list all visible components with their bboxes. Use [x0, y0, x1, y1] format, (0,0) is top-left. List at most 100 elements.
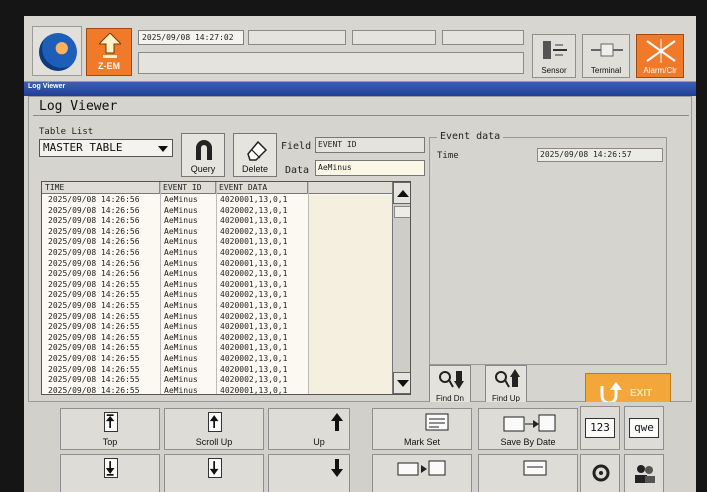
table-list-select[interactable]: MASTER TABLE [39, 139, 173, 157]
triangle-down-icon [397, 380, 409, 387]
table-scrollbar[interactable] [392, 182, 410, 394]
table-row[interactable]: 2025/09/08 14:26:56 AeMinus 4020002,13,0,1 [42, 269, 392, 280]
cell-event-data: 4020002,13,0,1 [220, 353, 288, 363]
terminal-icon [591, 43, 623, 57]
table-row[interactable]: 2025/09/08 14:26:55 AeMinus 4020002,13,0,1 [42, 333, 392, 344]
cell-time: 2025/09/08 14:26:55 [48, 300, 140, 310]
table-header: TIME EVENT ID EVENT DATA [42, 182, 392, 194]
save-by-date-button[interactable]: Save By Date [478, 408, 578, 450]
cell-time: 2025/09/08 14:26:56 [48, 237, 140, 247]
cell-time: 2025/09/08 14:26:56 [48, 216, 140, 226]
table-row[interactable]: 2025/09/08 14:26:56 AeMinus 4020002,13,0,1 [42, 206, 392, 217]
sensor-button[interactable]: Sensor [532, 34, 576, 78]
logo-icon [39, 33, 77, 71]
cell-event-id: AeMinus [164, 269, 198, 279]
table-row[interactable]: 2025/09/08 14:26:55 AeMinus 4020002,13,0,1 [42, 354, 392, 365]
alarm-clear-button[interactable]: Alarm/Clr [636, 34, 684, 78]
cell-event-id: AeMinus [164, 322, 198, 332]
cell-event-data: 4020001,13,0,1 [220, 322, 288, 332]
event-data-group [429, 137, 667, 365]
scroll-up-button[interactable] [393, 182, 410, 204]
status-field-3 [442, 30, 524, 45]
settings-button[interactable] [580, 454, 620, 492]
mark-jump-button[interactable] [372, 454, 472, 492]
table-row[interactable]: 2025/09/08 14:26:56 AeMinus 4020001,13,0,1 [42, 259, 392, 270]
query-label: Query [190, 164, 216, 174]
window-strip-title: Log Viewer [28, 83, 66, 90]
terminal-button[interactable]: Terminal [582, 34, 630, 78]
bottom-button[interactable] [60, 454, 160, 492]
save-by-date-label: Save By Date [500, 437, 556, 447]
sensor-icon [543, 41, 567, 59]
table-row[interactable]: 2025/09/08 14:26:56 AeMinus 4020001,13,0,1 [42, 216, 392, 227]
table-row[interactable]: 2025/09/08 14:26:56 AeMinus 4020002,13,0,1 [42, 248, 392, 259]
table-row[interactable]: 2025/09/08 14:26:55 AeMinus 4020002,13,0,1 [42, 312, 392, 323]
down-button[interactable] [268, 454, 350, 492]
cell-event-id: AeMinus [164, 226, 198, 236]
scrollbar-thumb[interactable] [394, 206, 410, 218]
exit-label: EXIT [630, 388, 653, 399]
gear-icon [592, 464, 610, 482]
hmi-screen: Z-EM 2025/09/08 14:27:02 Sensor Terminal [24, 16, 696, 492]
cell-time: 2025/09/08 14:26:56 [48, 226, 140, 236]
users-button[interactable] [624, 454, 664, 492]
text-keyboard-button[interactable]: qwe [624, 406, 664, 450]
cell-event-id: AeMinus [164, 237, 198, 247]
table-row[interactable]: 2025/09/08 14:26:55 AeMinus 4020001,13,0,1 [42, 301, 392, 312]
mark-set-button[interactable]: Mark Set [372, 408, 472, 450]
table-list-label: Table List [39, 127, 94, 137]
cell-time: 2025/09/08 14:26:55 [48, 311, 140, 321]
sensor-label: Sensor [541, 66, 567, 75]
table-row[interactable]: 2025/09/08 14:26:55 AeMinus 4020001,13,0,1 [42, 343, 392, 354]
table-row[interactable]: 2025/09/08 14:26:55 AeMinus 4020001,13,0,1 [42, 365, 392, 376]
cell-event-id: AeMinus [164, 216, 198, 226]
table-row[interactable]: 2025/09/08 14:26:55 AeMinus 4020001,13,0,1 [42, 280, 392, 291]
cell-event-id: AeMinus [164, 205, 198, 215]
scroll-down-button[interactable] [393, 372, 410, 394]
scroll-down-page-button[interactable] [164, 454, 264, 492]
cell-time: 2025/09/08 14:26:55 [48, 322, 140, 332]
numeric-keypad-button[interactable]: 123 [580, 406, 620, 450]
up-label: Up [313, 437, 325, 447]
cell-event-data: 4020002,13,0,1 [220, 247, 288, 257]
cell-event-data: 4020002,13,0,1 [220, 269, 288, 279]
cell-time: 2025/09/08 14:26:55 [48, 364, 140, 374]
table-row[interactable]: 2025/09/08 14:26:55 AeMinus 4020001,13,0,1 [42, 322, 392, 333]
cell-time: 2025/09/08 14:26:55 [48, 343, 140, 353]
table-row[interactable]: 2025/09/08 14:26:55 AeMinus 4020001,13,0,1 [42, 386, 392, 394]
bottom-toolbar: Top Scroll Up Up Mark Set Save By Date 1… [24, 402, 696, 492]
save-by-date-icon [503, 414, 556, 432]
cell-event-data: 4020001,13,0,1 [220, 343, 288, 353]
scroll-up-page-button[interactable]: Scroll Up [164, 408, 264, 450]
arrow-up-icon [99, 33, 121, 58]
column-header-event-data: EVENT DATA [216, 182, 308, 194]
cell-event-id: AeMinus [164, 311, 198, 321]
table-row[interactable]: 2025/09/08 14:26:55 AeMinus 4020002,13,0,1 [42, 375, 392, 386]
cell-time: 2025/09/08 14:26:55 [48, 332, 140, 342]
query-button[interactable]: Query [181, 133, 225, 177]
status-field-1 [248, 30, 346, 45]
home-button[interactable] [32, 26, 82, 76]
find-down-button[interactable]: Find Dn [429, 365, 471, 405]
z-em-button[interactable]: Z-EM [86, 28, 132, 76]
cell-event-data: 4020002,13,0,1 [220, 332, 288, 342]
cell-event-id: AeMinus [164, 375, 198, 385]
event-data-title: Event data [437, 131, 504, 142]
delete-button[interactable]: Delete [233, 133, 277, 177]
table-row[interactable]: 2025/09/08 14:26:56 AeMinus 4020002,13,0,1 [42, 227, 392, 238]
data-input[interactable]: AeMinus [315, 160, 425, 176]
field-input[interactable]: EVENT ID [315, 137, 425, 153]
top-button[interactable]: Top [60, 408, 160, 450]
arrow-bottom-icon [104, 458, 118, 478]
table-row[interactable]: 2025/09/08 14:26:56 AeMinus 4020001,13,0,1 [42, 195, 392, 206]
save-all-button[interactable] [478, 454, 578, 492]
up-button[interactable]: Up [268, 408, 350, 450]
numeric-key-label: 123 [585, 418, 615, 438]
column-header-time: TIME [42, 182, 160, 194]
table-row[interactable]: 2025/09/08 14:26:55 AeMinus 4020002,13,0,1 [42, 290, 392, 301]
cell-event-data: 4020001,13,0,1 [220, 279, 288, 289]
table-row[interactable]: 2025/09/08 14:26:56 AeMinus 4020001,13,0,1 [42, 237, 392, 248]
find-up-button[interactable]: Find Up [485, 365, 527, 405]
cell-event-data: 4020001,13,0,1 [220, 216, 288, 226]
cell-event-data: 4020002,13,0,1 [220, 226, 288, 236]
